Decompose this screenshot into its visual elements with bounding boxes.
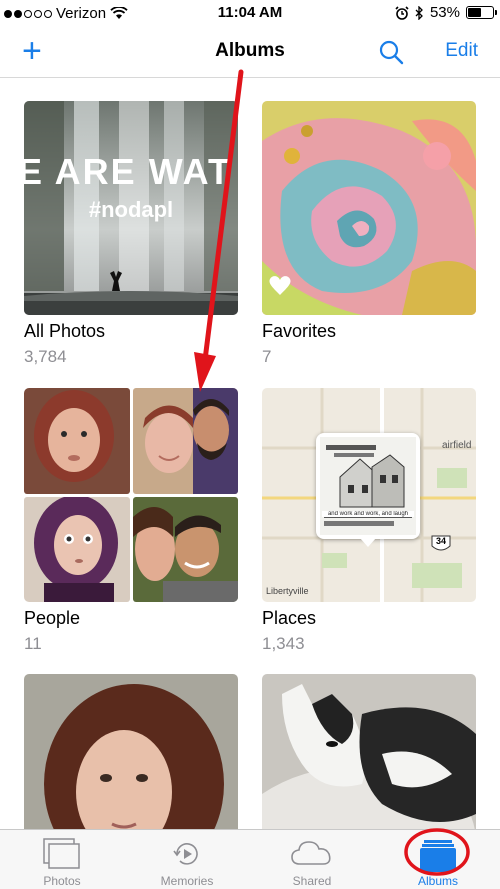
location-pin-card: and work and work, and laugh (316, 433, 420, 547)
album-thumbnail[interactable] (24, 388, 238, 602)
album-favorites[interactable]: Favorites 7 (262, 101, 476, 366)
bluetooth-icon (415, 5, 423, 20)
tab-label: Memories (160, 874, 214, 888)
status-bar: Verizon 11:04 AM 53% (0, 0, 500, 26)
overlay-text-line2: #nodapl (88, 197, 174, 222)
nav-bar: + Albums Edit (0, 26, 500, 78)
map-route-label: 34 (435, 536, 446, 546)
album-count: 3,784 (24, 347, 67, 366)
tab-bar: Photos Memories Shared Albums (0, 828, 500, 889)
overlay-text-line1: E ARE WAT (24, 151, 232, 192)
album-count: 7 (262, 347, 272, 366)
album-count: 1,343 (262, 634, 305, 653)
album-count: 11 (24, 634, 42, 653)
tab-label: Photos (43, 874, 81, 888)
photos-icon (43, 838, 80, 869)
album-name: Favorites (262, 321, 337, 341)
album-name: All Photos (24, 321, 106, 341)
pin-photo (320, 437, 416, 535)
album-places[interactable]: 34 airfield Libertyville and work and wo… (262, 388, 476, 653)
album-thumbnail[interactable]: 34 airfield Libertyville and work and wo… (262, 388, 476, 602)
edit-button[interactable]: Edit (445, 40, 478, 62)
album-people[interactable]: People 11 (24, 388, 238, 653)
person-photo (24, 388, 130, 494)
tab-memories[interactable]: Memories (137, 830, 237, 889)
battery-icon (466, 6, 497, 19)
search-icon[interactable] (378, 39, 404, 65)
battery-fill (468, 8, 481, 17)
person-photo (132, 496, 238, 602)
tab-label: Shared (292, 874, 332, 888)
status-right: 53% (395, 4, 497, 21)
album-thumbnail[interactable]: E ARE WAT #nodapl (24, 101, 238, 315)
person-photo (24, 496, 130, 602)
album-name: People (24, 608, 81, 628)
annotation-circle (404, 828, 470, 876)
alarm-icon (395, 5, 409, 20)
page-title: Albums (215, 40, 285, 61)
cloud-icon (291, 841, 331, 865)
battery-percent: 53% (429, 4, 460, 21)
memories-icon (173, 843, 198, 865)
tab-photos[interactable]: Photos (12, 830, 112, 889)
pin-caption: and work and work, and laugh (322, 511, 414, 517)
album-name: Places (262, 608, 317, 628)
tab-shared[interactable]: Shared (262, 830, 362, 889)
album-all-photos[interactable]: E ARE WAT #nodapl All Photos 3,784 (24, 101, 238, 366)
map-town-label: Libertyville (266, 586, 309, 596)
person-photo (132, 388, 238, 494)
map-city-label: airfield (442, 440, 472, 451)
bath-bomb-swirl-photo (262, 101, 476, 315)
album-thumbnail[interactable] (262, 101, 476, 315)
